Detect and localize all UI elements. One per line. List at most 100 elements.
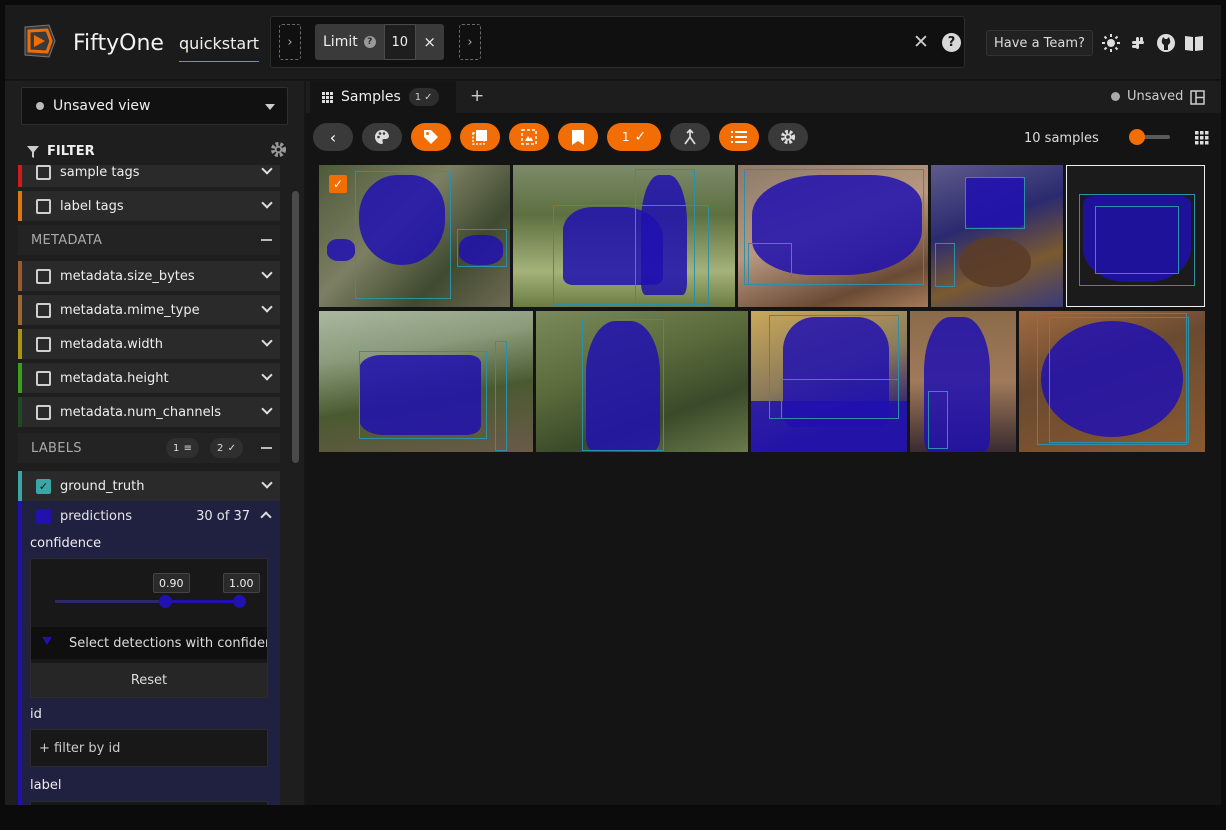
- field-row-sample-tags[interactable]: sample tags: [18, 165, 280, 187]
- tab-samples[interactable]: Samples 1 ✓: [310, 81, 456, 113]
- similarity-button[interactable]: [509, 123, 549, 151]
- confidence-max-handle[interactable]: [233, 595, 246, 608]
- slack-icon[interactable]: [1128, 33, 1148, 53]
- field-row-height[interactable]: metadata.height: [18, 363, 280, 393]
- group-metadata[interactable]: METADATA: [18, 225, 280, 255]
- saved-view-select[interactable]: Unsaved view: [21, 87, 288, 125]
- limit-stage[interactable]: Limit ? 10 ×: [315, 24, 444, 60]
- chevron-down-icon[interactable]: [261, 267, 273, 279]
- fiftyone-logo-icon[interactable]: [19, 21, 59, 61]
- sample-tile[interactable]: [910, 311, 1016, 452]
- sample-tile[interactable]: [751, 311, 907, 452]
- check-icon: ✓: [227, 442, 237, 454]
- dataset-selector[interactable]: quickstart: [179, 34, 260, 62]
- checkbox[interactable]: [36, 268, 51, 284]
- checkbox-checked[interactable]: [36, 508, 51, 524]
- collapse-icon[interactable]: [261, 239, 272, 241]
- sidebar-settings-gear-icon[interactable]: [270, 141, 287, 162]
- toolbar-collapse-button[interactable]: ‹: [313, 123, 353, 151]
- have-a-team-button[interactable]: Have a Team?: [986, 30, 1093, 56]
- field-row-mime-type[interactable]: metadata.mime_type: [18, 295, 280, 325]
- bounding-box: [495, 341, 507, 451]
- github-icon[interactable]: [1156, 33, 1176, 53]
- chevron-down-icon[interactable]: [261, 165, 273, 175]
- checkbox[interactable]: [36, 198, 51, 214]
- sample-tile[interactable]: [536, 311, 748, 452]
- sidebar-field-list[interactable]: sample tags label tags METADATA metadata…: [18, 165, 280, 805]
- chevron-left-icon: ‹: [329, 127, 337, 147]
- reset-button[interactable]: Reset: [31, 663, 267, 697]
- chevron-up-icon[interactable]: [260, 511, 272, 523]
- field-row-ground-truth[interactable]: ✓ ground_truth: [18, 471, 280, 501]
- sample-tile[interactable]: [1019, 311, 1205, 452]
- collapse-icon[interactable]: [261, 447, 272, 449]
- patches-icon: [472, 130, 487, 145]
- checkbox[interactable]: [36, 370, 51, 386]
- sidebar: Unsaved view FILTER sample tags label ta…: [5, 81, 304, 805]
- labels-visible-pill[interactable]: 2 ✓: [210, 438, 244, 458]
- workspace-status[interactable]: Unsaved: [1111, 89, 1183, 104]
- add-stage-left-button[interactable]: ›: [279, 24, 301, 60]
- field-row-label-tags[interactable]: label tags: [18, 191, 280, 221]
- sample-tile[interactable]: [319, 311, 533, 452]
- help-icon[interactable]: ?: [363, 36, 376, 48]
- sample-tile[interactable]: [1066, 165, 1205, 307]
- add-stage-right-button[interactable]: ›: [459, 24, 481, 60]
- checkbox-checked[interactable]: ✓: [36, 478, 51, 494]
- field-row-num-channels[interactable]: metadata.num_channels: [18, 397, 280, 427]
- field-row-predictions[interactable]: predictions 30 of 37: [18, 501, 280, 531]
- check-icon: ✓: [424, 91, 433, 103]
- view-bar[interactable]: › Limit ? 10 × › ✕ ?: [270, 16, 965, 68]
- sidebar-scrollbar[interactable]: [292, 191, 299, 463]
- chevron-down-icon[interactable]: [261, 197, 273, 209]
- color-palette-button[interactable]: [362, 123, 402, 151]
- chevron-down-icon[interactable]: [261, 301, 273, 313]
- confidence-min-handle[interactable]: [159, 595, 172, 608]
- checkbox[interactable]: [36, 302, 51, 318]
- group-labels[interactable]: LABELS 1 ≡ 2 ✓: [18, 433, 280, 463]
- sort-by-similarity-button[interactable]: [670, 123, 710, 151]
- sample-selected-checkbox[interactable]: ✓: [329, 175, 347, 193]
- limit-value-input[interactable]: 10: [383, 24, 416, 60]
- sample-tile[interactable]: [513, 165, 735, 307]
- confidence-mode-select[interactable]: Select detections with confidence: [31, 627, 267, 659]
- checkbox[interactable]: [36, 165, 51, 180]
- filter-by-id-input[interactable]: + filter by id: [30, 729, 268, 767]
- checkbox[interactable]: [36, 404, 51, 420]
- save-view-button[interactable]: [558, 123, 598, 151]
- confidence-slider-track[interactable]: [55, 600, 243, 603]
- field-label: metadata.height: [60, 370, 169, 386]
- grid-view-icon[interactable]: [1195, 131, 1209, 145]
- bounding-box: [355, 171, 451, 299]
- checkbox[interactable]: [36, 336, 51, 352]
- tag-button[interactable]: [411, 123, 451, 151]
- add-panel-icon[interactable]: +: [470, 86, 484, 106]
- chevron-down-icon[interactable]: [261, 403, 273, 415]
- layout-icon[interactable]: [1190, 90, 1205, 105]
- bounding-box: [457, 229, 507, 267]
- docs-book-icon[interactable]: [1184, 33, 1204, 53]
- status-dot: [1111, 92, 1120, 101]
- chevron-down-icon[interactable]: [261, 369, 273, 381]
- sample-count: 10 samples: [1024, 131, 1099, 146]
- field-row-size-bytes[interactable]: metadata.size_bytes: [18, 261, 280, 291]
- settings-button[interactable]: [768, 123, 808, 151]
- selected-samples-button[interactable]: 1 ✓: [607, 123, 661, 151]
- zoom-slider-handle[interactable]: [1129, 129, 1145, 145]
- sample-tile[interactable]: ✓: [319, 165, 510, 307]
- field-color-bar: [18, 329, 22, 359]
- sample-tile[interactable]: [738, 165, 928, 307]
- chevron-down-icon[interactable]: [261, 477, 273, 489]
- remove-stage-button[interactable]: ×: [415, 24, 444, 60]
- field-row-width[interactable]: metadata.width: [18, 329, 280, 359]
- help-icon[interactable]: ?: [942, 33, 961, 52]
- display-options-button[interactable]: [719, 123, 759, 151]
- theme-sun-icon[interactable]: [1101, 33, 1121, 53]
- patches-button[interactable]: [460, 123, 500, 151]
- fiftyone-app: FiftyOne quickstart › Limit ? 10 × › ✕ ?…: [5, 5, 1221, 805]
- filter-by-label-input[interactable]: [30, 801, 268, 805]
- sample-tile[interactable]: [931, 165, 1063, 307]
- chevron-down-icon[interactable]: [261, 335, 273, 347]
- clear-view-icon[interactable]: ✕: [913, 31, 929, 53]
- labels-filter-pill[interactable]: 1 ≡: [166, 438, 200, 458]
